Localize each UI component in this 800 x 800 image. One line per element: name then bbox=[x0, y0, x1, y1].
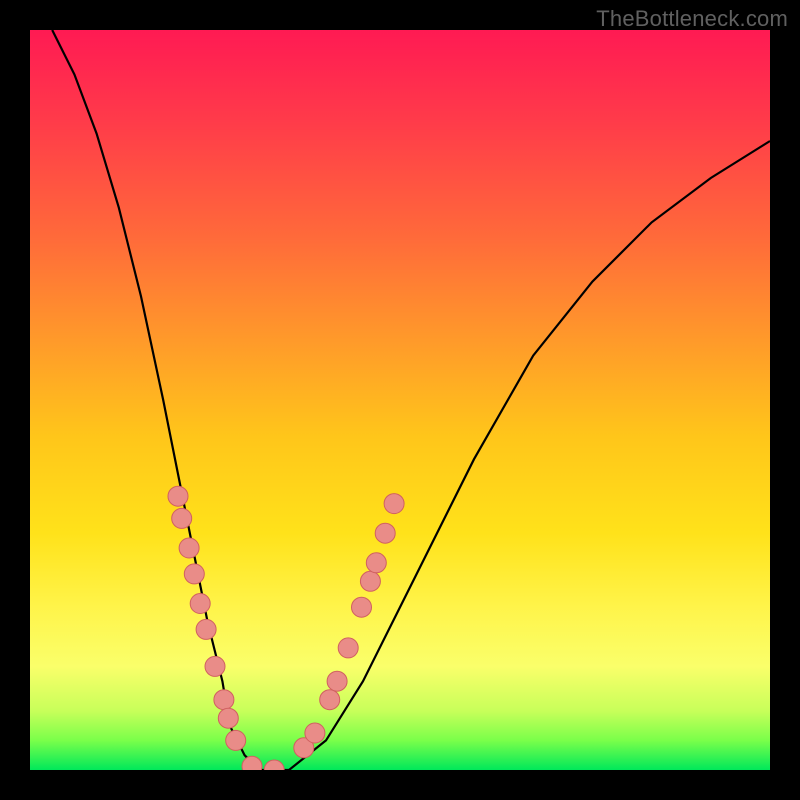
chart-marker bbox=[218, 708, 238, 728]
chart-marker bbox=[196, 619, 216, 639]
chart-marker bbox=[226, 730, 246, 750]
chart-plot-area bbox=[30, 30, 770, 770]
chart-markers bbox=[168, 486, 404, 770]
chart-marker bbox=[264, 760, 284, 770]
watermark-text: TheBottleneck.com bbox=[596, 6, 788, 32]
chart-overlay bbox=[30, 30, 770, 770]
chart-marker bbox=[360, 571, 380, 591]
chart-marker bbox=[168, 486, 188, 506]
chart-marker bbox=[327, 671, 347, 691]
chart-marker bbox=[375, 523, 395, 543]
chart-marker bbox=[242, 756, 262, 770]
chart-marker bbox=[184, 564, 204, 584]
chart-marker bbox=[172, 508, 192, 528]
chart-marker bbox=[366, 553, 386, 573]
chart-frame: TheBottleneck.com bbox=[0, 0, 800, 800]
chart-marker bbox=[305, 723, 325, 743]
chart-curve bbox=[52, 30, 770, 770]
chart-marker bbox=[205, 656, 225, 676]
chart-marker bbox=[384, 494, 404, 514]
chart-marker bbox=[338, 638, 358, 658]
chart-marker bbox=[190, 594, 210, 614]
chart-marker bbox=[179, 538, 199, 558]
chart-marker bbox=[214, 690, 234, 710]
chart-marker bbox=[320, 690, 340, 710]
chart-marker bbox=[352, 597, 372, 617]
